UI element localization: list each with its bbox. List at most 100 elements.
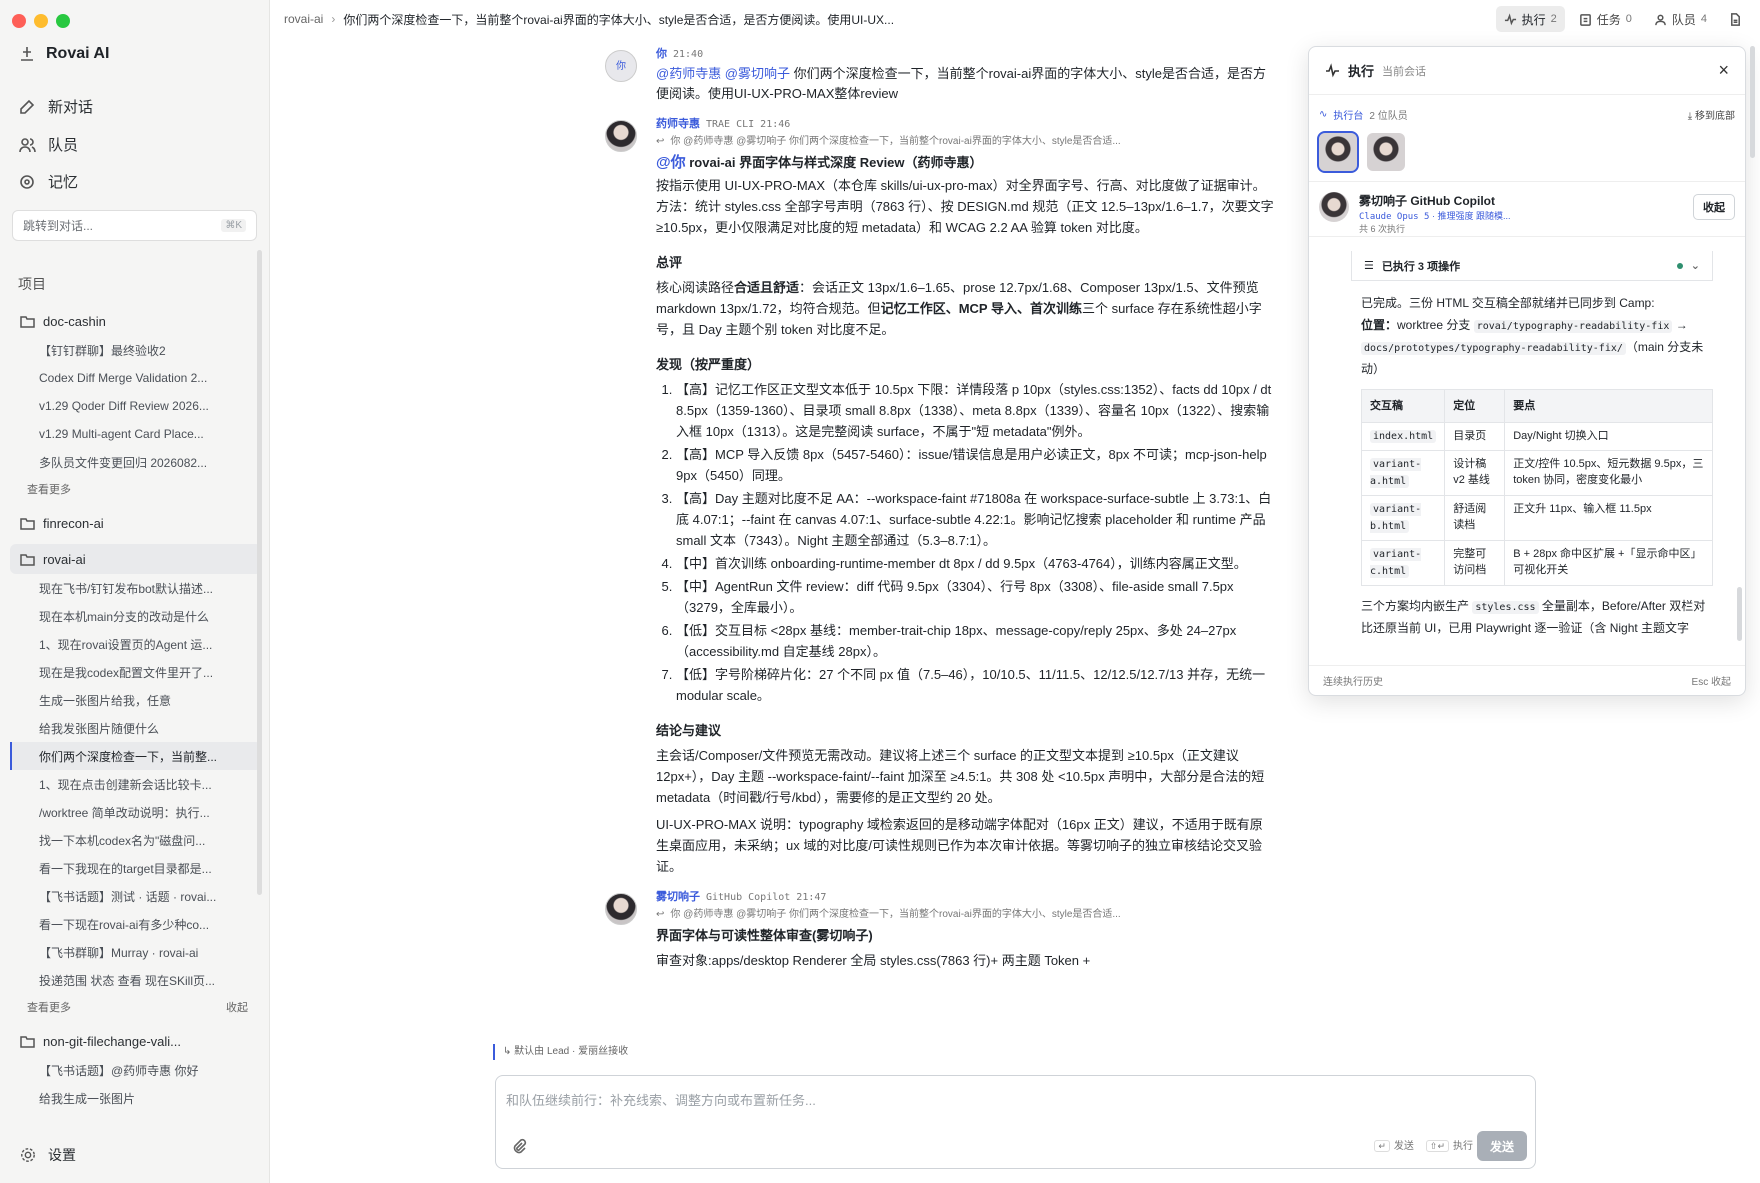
main-scrollbar[interactable]	[1750, 46, 1755, 158]
breadcrumb-project[interactable]: rovai-ai	[284, 12, 323, 26]
steps-summary[interactable]: ☰ 已执行 3 项操作 ⌄	[1351, 251, 1713, 281]
memory-nav-item[interactable]: 记忆	[18, 171, 78, 192]
bench-label[interactable]: 执行台	[1333, 107, 1363, 122]
execution-history-link[interactable]: 连续执行历史	[1323, 673, 1383, 688]
conversation-item[interactable]: Codex Diff Merge Validation 2...	[10, 364, 262, 392]
settings-button[interactable]: 设置	[20, 1145, 76, 1165]
close-icon[interactable]: ×	[1718, 60, 1729, 81]
new-chat-button[interactable]: 新对话	[18, 96, 93, 117]
project-item[interactable]: non-git-filechange-vali...	[10, 1026, 262, 1056]
conversation-item[interactable]: 看一下我现在的target目录都是...	[10, 854, 262, 882]
project-item[interactable]: doc-cashin	[10, 306, 262, 336]
agent-model[interactable]: Claude Opus 5	[1359, 212, 1429, 222]
exec-tab-button[interactable]: 执行 2	[1495, 6, 1565, 32]
file-panel-button[interactable]	[1721, 6, 1750, 32]
agent-info: 雾切响子 GitHub Copilot Claude Opus 5 · 推理强度…	[1359, 192, 1511, 234]
composer[interactable]: 和队伍继续前行：补充线索、调整方向或布置新任务... ↵ 发送 ⇧↵ 执行 发送	[495, 1075, 1536, 1169]
styles-code: styles.css	[1472, 601, 1539, 614]
conversation-item[interactable]: 多队员文件变更回归 2026082...	[10, 448, 262, 476]
tasks-tab-button[interactable]: 任务 0	[1571, 6, 1640, 32]
project-item[interactable]: finrecon-ai	[10, 508, 262, 538]
paperclip-icon[interactable]	[511, 1138, 527, 1154]
conversation-item[interactable]: 投递范围 状态 查看 现在SKill页...	[10, 966, 262, 994]
conversation-item[interactable]: v1.29 Multi-agent Card Place...	[10, 420, 262, 448]
folder-icon	[20, 517, 35, 530]
send-button[interactable]: 发送	[1477, 1131, 1527, 1161]
conversation-item[interactable]: 现在本机main分支的改动是什么	[10, 602, 262, 630]
projects-heading: 项目	[18, 276, 46, 292]
project-tree: doc-cashin 【钉钉群聊】最终验收2 Codex Diff Merge Va…	[10, 300, 262, 1126]
move-to-bottom-button[interactable]: ⤓ 移到底部	[1688, 107, 1735, 122]
conversation-title: 你们两个深度检查一下，当前整个rovai-ai界面的字体大小、style是否合适…	[343, 12, 895, 27]
conversation-item[interactable]: 【飞书话题】@药师寺惠 你好	[10, 1056, 262, 1084]
app-name: Rovai AI	[46, 45, 110, 62]
exec-tab-label: 执行	[1521, 12, 1546, 27]
collapse-link[interactable]: 收起	[226, 999, 248, 1015]
members-tab-button[interactable]: 队员 4	[1646, 6, 1715, 32]
member-avatars	[1309, 129, 1745, 181]
panel-header: 执行 当前会话 ×	[1309, 47, 1745, 95]
member-avatar[interactable]	[1367, 133, 1405, 171]
exec-hint: ⇧↵ 执行	[1425, 1137, 1473, 1152]
conversation-item[interactable]: 现在是我codex配置文件里开了...	[10, 658, 262, 686]
sender-name: 你	[656, 47, 667, 60]
summary-bold-b: 记忆工作区、MCP 导入、首次训练	[880, 301, 1082, 316]
jump-to-chat-input[interactable]: 跳转到对话... ⌘K	[12, 210, 257, 241]
conversation-item[interactable]: 1、现在rovai设置页的Agent 运...	[10, 630, 262, 658]
project-item[interactable]: rovai-ai	[10, 544, 262, 574]
spark-logo-icon	[21, 47, 33, 61]
minimize-window-button[interactable]	[34, 14, 48, 28]
agent-effort[interactable]: 推理强度	[1437, 211, 1473, 221]
conversation-item[interactable]: 生成一张图片给我，任意	[10, 686, 262, 714]
panel-footer: 连续执行历史 Esc 收起	[1309, 665, 1745, 695]
reply-quote[interactable]: ↩ 你 @药师寺惠 @雾切响子 你们两个深度检查一下，当前整个rovai-ai界面…	[656, 905, 1275, 923]
send-hint-label: 发送	[1393, 1141, 1414, 1152]
finding-item: 【中】首次训练 onboarding-runtime-member dt 8px…	[676, 553, 1275, 574]
agent-run-count: 共 6 次执行	[1359, 224, 1406, 234]
team-nav-item[interactable]: 队员	[18, 134, 78, 155]
agent-mode[interactable]: 跟随模...	[1476, 211, 1511, 221]
composer-input[interactable]: 和队伍继续前行：补充线索、调整方向或布置新任务...	[506, 1090, 816, 1109]
conversation-item[interactable]: 给我生成一张图片	[10, 1084, 262, 1112]
collapse-button[interactable]: 收起	[1693, 194, 1735, 220]
bench-row: ∿ 执行台 2 位队员 ⤓ 移到底部	[1309, 99, 1745, 129]
folder-icon	[20, 315, 35, 328]
chevron-down-icon: ⌄	[1690, 260, 1700, 272]
path-code: docs/prototypes/typography-readability-f…	[1361, 342, 1626, 355]
table-cell: 正文升 11px、输入框 11.5px	[1504, 495, 1713, 541]
conversation-item[interactable]: 【飞书话题】测试 · 话题 · rovai...	[10, 882, 262, 910]
show-more-link[interactable]: 查看更多	[27, 481, 71, 497]
panel-scrollbar[interactable]	[1737, 587, 1742, 641]
table-cell: variant-b.html	[1370, 503, 1422, 533]
sidebar-scrollbar[interactable]	[257, 250, 262, 895]
move-to-bottom-label: 移到底部	[1695, 110, 1735, 122]
agent-name: 雾切响子 GitHub Copilot	[1359, 194, 1495, 208]
show-more-link[interactable]: 查看更多	[27, 999, 71, 1015]
steps-label: 已执行 3 项操作	[1381, 260, 1461, 273]
conversation-item[interactable]: /worktree 简单改动说明：执行...	[10, 798, 262, 826]
conversation-item[interactable]: 看一下现在rovai-ai有多少种co...	[10, 910, 262, 938]
conversation-item[interactable]: 你们两个深度检查一下，当前整...	[10, 742, 262, 770]
conversation-item[interactable]: 找一下本机codex名为"磁盘问...	[10, 826, 262, 854]
conversation-item[interactable]: 1、现在点击创建新会话比较卡...	[10, 770, 262, 798]
conversation-item[interactable]: 【飞书群聊】Murray · rovai-ai	[10, 938, 262, 966]
reply-quote[interactable]: ↩ 你 @药师寺惠 @雾切响子 你们两个深度检查一下，当前整个rovai-ai界面…	[656, 132, 1275, 150]
summary-text-a: 核心阅读路径	[656, 280, 735, 295]
close-window-button[interactable]	[12, 14, 26, 28]
conversation-item[interactable]: 给我发张图片随便什么	[10, 714, 262, 742]
conversation-item[interactable]: 【钉钉群聊】最终验收2	[10, 336, 262, 364]
agent-model-row: Claude Opus 5 · 推理强度 跟随模...	[1359, 211, 1511, 222]
conversation-item[interactable]: v1.29 Qoder Diff Review 2026...	[10, 392, 262, 420]
summary-bold-a: 合适且舒适	[734, 280, 800, 295]
mention-tags[interactable]: @药师寺惠 @雾切响子	[656, 66, 790, 81]
member-count: 2 位队员	[1369, 110, 1408, 122]
members-tab-label: 队员	[1671, 12, 1696, 27]
clipboard-icon	[1579, 13, 1591, 26]
exec-hint-label: 执行	[1453, 1141, 1473, 1152]
table-cell: B + 28px 命中区扩展 +「显示命中区」可视化开关	[1504, 540, 1713, 586]
zoom-window-button[interactable]	[56, 14, 70, 28]
member-avatar-selected[interactable]	[1317, 131, 1359, 173]
conversation-item[interactable]: 现在飞书/钉钉发布bot默认描述...	[10, 574, 262, 602]
esc-collapse-hint: Esc 收起	[1691, 677, 1731, 688]
users-icon	[19, 137, 36, 152]
